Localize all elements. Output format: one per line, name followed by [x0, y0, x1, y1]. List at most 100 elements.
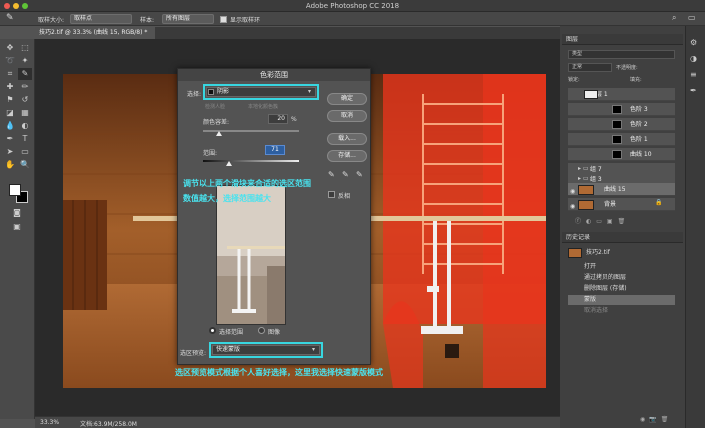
- layer-thumbnail: [584, 90, 598, 99]
- document-tab[interactable]: 技巧2.tif @ 33.3% (曲线 15, RGB/8) *: [35, 27, 155, 39]
- eyedropper-plus-icon[interactable]: ✎: [342, 170, 349, 179]
- load-button[interactable]: 载入...: [327, 133, 367, 145]
- layer-name: 曲线 10: [630, 151, 652, 158]
- visibility-eye-icon[interactable]: ◉: [570, 203, 575, 210]
- screen-mode-icon[interactable]: ▣: [10, 221, 24, 233]
- preview-thumbnail: [216, 185, 286, 325]
- layer-mask-thumbnail: [612, 105, 622, 114]
- layer-thumbnail: [578, 185, 594, 195]
- history-brush-icon[interactable]: ↺: [18, 94, 32, 106]
- sample-size-label: 取样大小:: [38, 17, 65, 24]
- layer-name: 曲线 15: [604, 186, 626, 193]
- quick-mask-icon[interactable]: ◙: [10, 207, 24, 219]
- paths-icon[interactable]: ✒: [690, 86, 697, 95]
- range-input[interactable]: 71: [265, 145, 285, 155]
- stamp-tool-icon[interactable]: ⚑: [3, 94, 17, 106]
- image-radio-label: 图像: [268, 329, 281, 336]
- range-slider-thumb[interactable]: [226, 161, 232, 166]
- search-icon[interactable]: ⌕: [672, 13, 684, 25]
- move-tool-icon[interactable]: ✥: [3, 42, 17, 54]
- preview-dropdown[interactable]: 快速蒙版: [212, 345, 320, 355]
- brush-tool-icon[interactable]: ✏: [18, 81, 32, 93]
- history-item-selected[interactable]: 蒙版: [568, 295, 675, 305]
- folder-icon: ▸ ▭: [578, 175, 589, 182]
- foreground-color-front: [9, 184, 21, 196]
- pen-tool-icon[interactable]: ✒: [3, 133, 17, 145]
- layer-name: 色阶 3: [630, 106, 648, 113]
- channels-icon[interactable]: ≡: [690, 70, 697, 79]
- sample-label: 样本:: [140, 17, 155, 24]
- preview-mask-image: [217, 186, 285, 324]
- workspace-icon[interactable]: ▭: [688, 13, 700, 25]
- chevron-down-icon: ▾: [308, 88, 312, 95]
- history-item[interactable]: 删除图层 (存储): [568, 284, 675, 294]
- zoom-tool-icon[interactable]: 🔍: [18, 159, 32, 171]
- magic-wand-tool-icon[interactable]: ✦: [18, 55, 32, 67]
- show-ring-label: 显示取样环: [230, 17, 261, 24]
- dialog-title: 色彩范围: [178, 69, 370, 81]
- sample-size-select[interactable]: 取样点: [70, 14, 132, 24]
- type-tool-icon[interactable]: T: [18, 133, 32, 145]
- eyedropper-minus-icon[interactable]: ✎: [356, 170, 363, 179]
- blur-tool-icon[interactable]: 💧: [3, 120, 17, 132]
- crop-tool-icon[interactable]: ⌗: [3, 68, 17, 80]
- lasso-tool-icon[interactable]: ➰: [3, 55, 17, 67]
- zoom-level[interactable]: 33.3%: [40, 419, 59, 426]
- shadows-swatch: [208, 89, 214, 95]
- range-label: 范围:: [203, 150, 218, 157]
- image-radio[interactable]: [258, 327, 265, 334]
- layer-kind-filter[interactable]: 类型: [568, 50, 675, 59]
- history-item[interactable]: 通过拷贝的图层: [568, 273, 675, 283]
- shape-tool-icon[interactable]: ▭: [18, 146, 32, 158]
- blend-mode-select[interactable]: 正常: [568, 63, 612, 72]
- layer-mask-thumbnail: [612, 135, 622, 144]
- fuzziness-slider-thumb[interactable]: [216, 131, 222, 136]
- properties-icon[interactable]: ⚙: [690, 38, 697, 47]
- history-panel-header[interactable]: 历史记录: [562, 232, 683, 243]
- show-ring-checkbox[interactable]: [220, 16, 227, 23]
- gradient-tool-icon[interactable]: ▦: [18, 107, 32, 119]
- history-snapshot[interactable]: 技巧2.tif: [568, 248, 675, 258]
- visibility-eye-icon[interactable]: ◉: [570, 188, 575, 195]
- document-size: 文档:63.9M/258.0M: [80, 421, 137, 428]
- range-slider-track[interactable]: [203, 160, 299, 162]
- sample-select[interactable]: 所有图层: [162, 14, 214, 24]
- history-footer-icons[interactable]: ◉📷🗑: [640, 416, 672, 423]
- select-dropdown[interactable]: 阴影: [206, 87, 316, 97]
- history-item[interactable]: 打开: [568, 262, 675, 272]
- eyedropper-icon-1[interactable]: ✎: [328, 170, 335, 179]
- healing-tool-icon[interactable]: ✚: [3, 81, 17, 93]
- fill-label: 填充:: [630, 77, 642, 83]
- save-button[interactable]: 存储...: [327, 150, 367, 162]
- invert-checkbox[interactable]: [328, 191, 335, 198]
- layer-name: 组 7: [590, 166, 602, 173]
- path-select-icon[interactable]: ➤: [3, 146, 17, 158]
- annotation-larger: 数值越大，选择范围越大: [183, 194, 271, 203]
- app-title: Adobe Photoshop CC 2018: [305, 2, 400, 10]
- dodge-tool-icon[interactable]: ◐: [18, 120, 32, 132]
- chevron-down-icon: ▾: [312, 346, 316, 353]
- eraser-tool-icon[interactable]: ◪: [3, 107, 17, 119]
- layer-name: 组 3: [590, 176, 602, 183]
- eyedropper-tool-icon[interactable]: ✎: [18, 68, 32, 80]
- marquee-tool-icon[interactable]: ⬚: [18, 42, 32, 54]
- fuzziness-input[interactable]: 20: [268, 114, 288, 124]
- selection-radio[interactable]: [209, 327, 216, 334]
- fuzziness-unit: %: [291, 116, 297, 123]
- select-label: 选择:: [187, 91, 202, 98]
- eyedropper-icon[interactable]: ✎: [6, 13, 20, 25]
- cancel-button[interactable]: 取消: [327, 110, 367, 122]
- hand-tool-icon[interactable]: ✋: [3, 159, 17, 171]
- layer-name: 色阶 1: [630, 136, 648, 143]
- panel-dock: [560, 26, 685, 428]
- history-item-undone[interactable]: 取消选择: [568, 306, 675, 316]
- detect-faces-label: 检测人脸: [205, 104, 226, 110]
- selection-radio-label: 选择范围: [219, 329, 244, 336]
- layers-footer-icons[interactable]: ⓕ◐▭▣🗑: [575, 216, 675, 226]
- ok-button[interactable]: 确定: [327, 93, 367, 105]
- lock-icon: 🔒: [655, 199, 663, 206]
- layer-thumbnail: [578, 200, 594, 210]
- adjustments-icon[interactable]: ◑: [690, 54, 697, 63]
- fuzziness-label: 颜色容差:: [203, 119, 230, 126]
- layers-panel-header[interactable]: 图层: [562, 34, 683, 45]
